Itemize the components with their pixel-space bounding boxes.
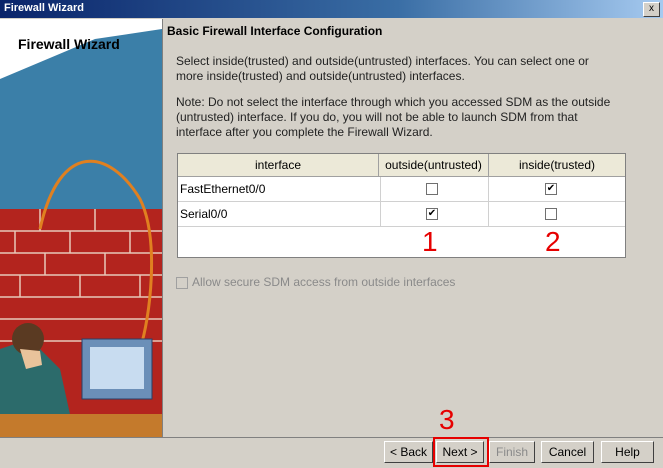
inside-checkbox[interactable]: ✔ [545, 183, 557, 195]
outside-checkbox[interactable]: ✔ [426, 208, 438, 220]
column-header-outside[interactable]: outside(untrusted) [379, 154, 489, 177]
table-row[interactable]: FastEthernet0/0 ✔ [178, 177, 625, 202]
outside-cell: ✔ [379, 202, 489, 226]
cancel-button[interactable]: Cancel [541, 441, 594, 463]
column-header-inside[interactable]: inside(trusted) [489, 154, 625, 177]
help-button[interactable]: Help [601, 441, 654, 463]
annotation-2: 2 [545, 226, 561, 257]
close-button[interactable]: x [643, 2, 660, 17]
next-highlight-box [433, 437, 489, 467]
back-button[interactable]: < Back [384, 441, 433, 463]
title-bar: Firewall Wizard x [0, 0, 663, 18]
column-header-interface[interactable]: interface [178, 154, 379, 177]
instruction-text: Select inside(trusted) and outside(untru… [176, 54, 589, 83]
interface-name: Serial0/0 [178, 202, 381, 226]
page-heading: Basic Firewall Interface Configuration [167, 24, 383, 38]
inside-cell [489, 202, 625, 226]
inside-checkbox[interactable] [545, 208, 557, 220]
outside-cell [379, 177, 489, 201]
sidebar-title: Firewall Wizard [18, 36, 120, 52]
window-title: Firewall Wizard [4, 2, 84, 14]
allow-sdm-checkbox[interactable] [176, 276, 188, 289]
outside-checkbox[interactable] [426, 183, 438, 195]
finish-button[interactable]: Finish [489, 441, 535, 463]
allow-sdm-label: Allow secure SDM access from outside int… [192, 275, 456, 289]
inside-cell: ✔ [489, 177, 625, 201]
table-row[interactable]: Serial0/0 ✔ [178, 202, 625, 227]
main-panel: Basic Firewall Interface Configuration S… [167, 19, 663, 437]
annotation-1: 1 [422, 226, 438, 257]
annotation-3: 3 [439, 404, 455, 435]
sidebar-illustration [0, 19, 162, 437]
interface-name: FastEthernet0/0 [178, 177, 381, 201]
button-bar-divider [0, 437, 663, 438]
allow-sdm-option[interactable]: Allow secure SDM access from outside int… [176, 275, 455, 289]
note-text: Note: Do not select the interface throug… [176, 95, 611, 139]
wizard-sidebar: Firewall Wizard [0, 19, 163, 437]
